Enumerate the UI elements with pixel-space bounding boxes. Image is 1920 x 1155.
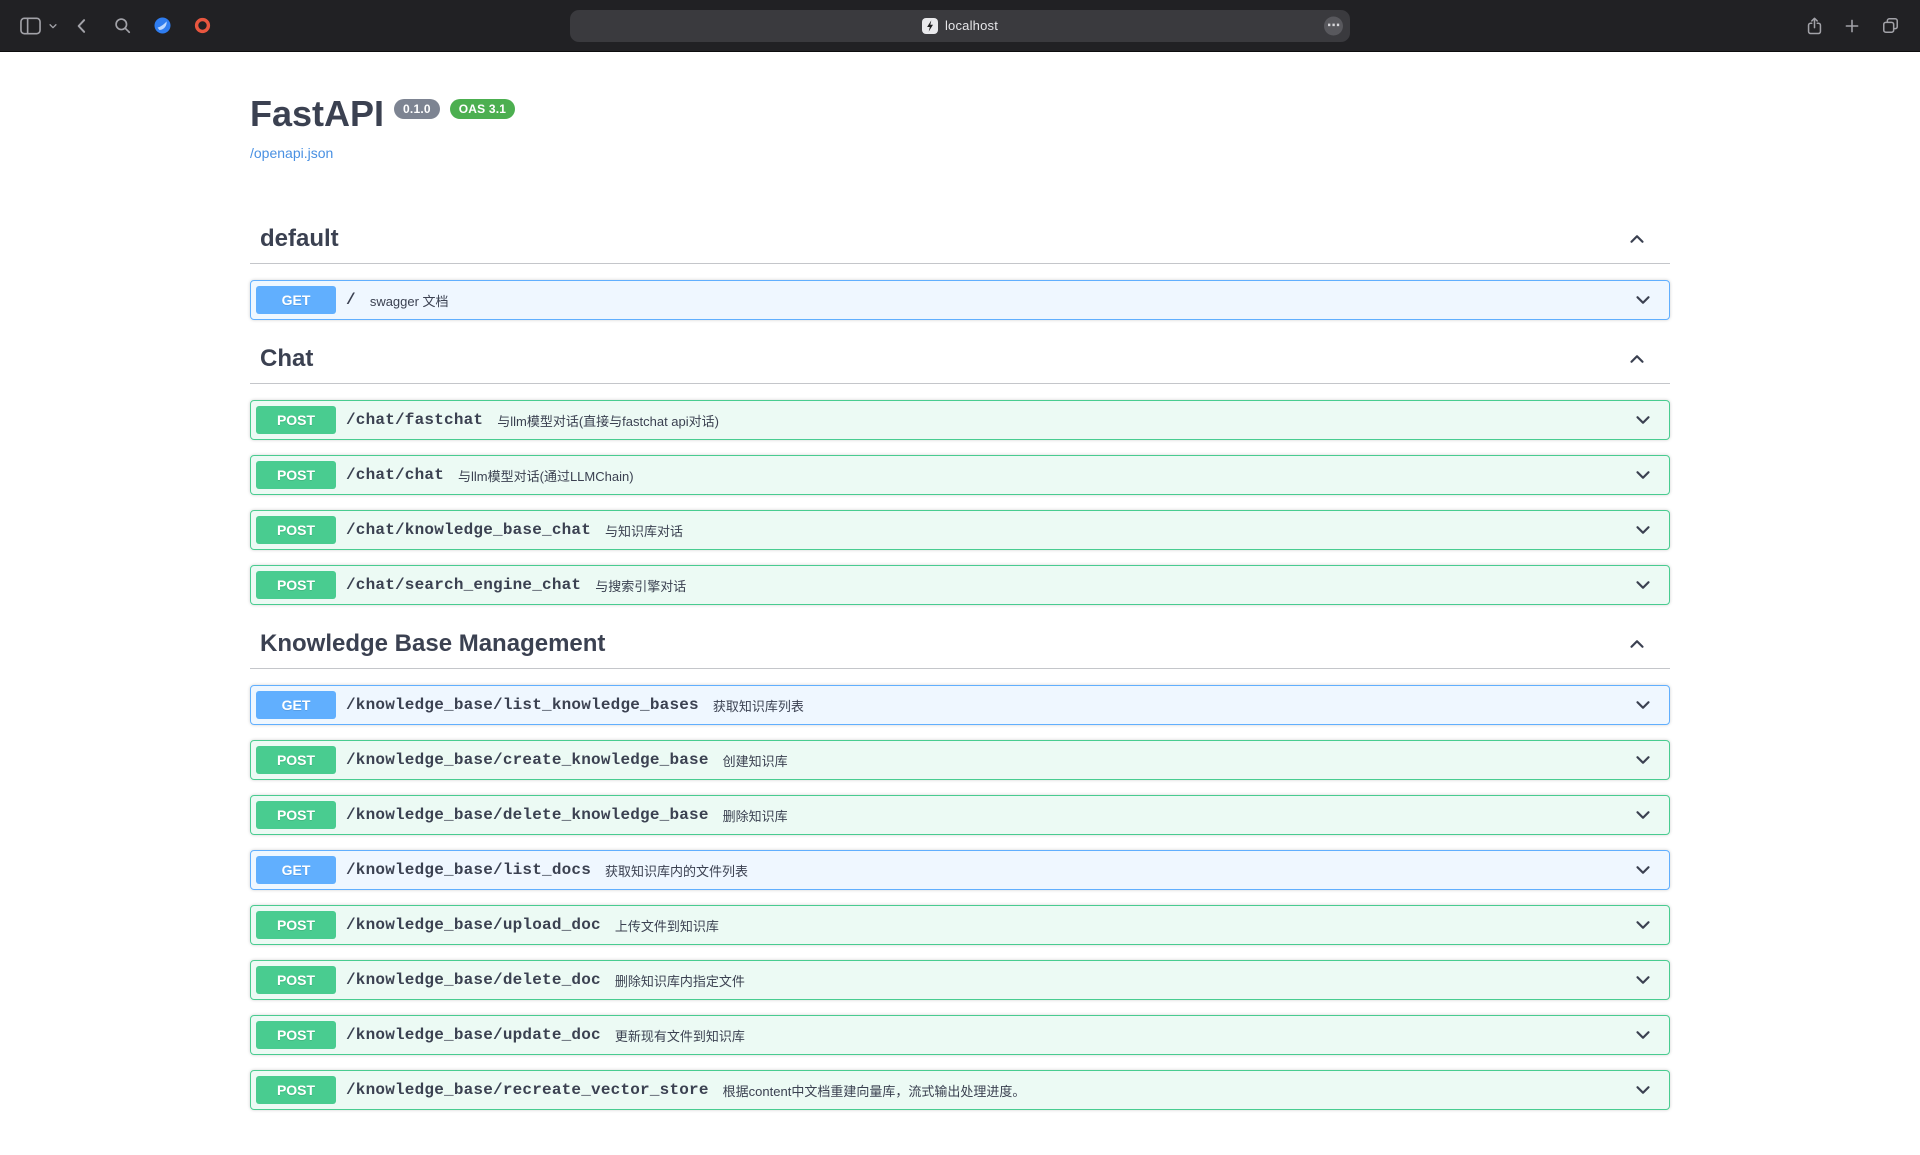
operation-path: /chat/chat: [336, 466, 454, 484]
chevron-down-icon[interactable]: [1622, 409, 1664, 431]
new-tab-icon[interactable]: [1836, 11, 1868, 41]
operation-summary: 更新现有文件到知识库: [611, 1026, 1622, 1045]
operation-row[interactable]: POST /knowledge_base/delete_doc 删除知识库内指定…: [250, 960, 1670, 1000]
method-badge: GET: [256, 856, 336, 884]
operation-path: /knowledge_base/upload_doc: [336, 916, 611, 934]
operation-summary: 根据content中文档重建向量库，流式输出处理进度。: [719, 1081, 1622, 1100]
operation-row[interactable]: POST /knowledge_base/update_doc 更新现有文件到知…: [250, 1015, 1670, 1055]
tab-overview-icon[interactable]: [1874, 11, 1906, 41]
tag-section-knowledge-base: Knowledge Base Management GET /knowledge…: [250, 620, 1670, 1110]
sidebar-icon[interactable]: [14, 11, 46, 41]
page-title: FastAPI: [250, 92, 384, 135]
operation-row[interactable]: POST /chat/knowledge_base_chat 与知识库对话: [250, 510, 1670, 550]
openapi-spec-link[interactable]: /openapi.json: [250, 145, 333, 161]
operation-path: /knowledge_base/list_docs: [336, 861, 601, 879]
chevron-down-icon[interactable]: [1622, 1024, 1664, 1046]
method-badge: POST: [256, 406, 336, 434]
operation-path: /knowledge_base/update_doc: [336, 1026, 611, 1044]
page-options-icon[interactable]: ⋯: [1324, 16, 1343, 35]
operation-summary: 获取知识库内的文件列表: [601, 861, 1622, 880]
method-badge: POST: [256, 571, 336, 599]
method-badge: POST: [256, 911, 336, 939]
chevron-down-icon[interactable]: [1622, 749, 1664, 771]
operation-path: /knowledge_base/delete_knowledge_base: [336, 806, 719, 824]
operation-path: /chat/fastchat: [336, 411, 493, 429]
operation-row[interactable]: POST /chat/fastchat 与llm模型对话(直接与fastchat…: [250, 400, 1670, 440]
url-text: localhost: [945, 18, 998, 33]
chevron-down-icon[interactable]: [1622, 289, 1664, 311]
operation-row[interactable]: POST /knowledge_base/recreate_vector_sto…: [250, 1070, 1670, 1110]
chevron-up-icon[interactable]: [1624, 228, 1650, 250]
section-title: Knowledge Base Management: [260, 630, 1624, 658]
chevron-down-icon[interactable]: [48, 21, 58, 31]
search-icon[interactable]: [106, 11, 138, 41]
operation-summary: 创建知识库: [719, 751, 1622, 770]
operation-path: /knowledge_base/create_knowledge_base: [336, 751, 719, 769]
operation-summary: 与llm模型对话(直接与fastchat api对话): [493, 411, 1622, 430]
chevron-down-icon[interactable]: [1622, 519, 1664, 541]
operation-row[interactable]: GET /knowledge_base/list_docs 获取知识库内的文件列…: [250, 850, 1670, 890]
address-bar[interactable]: localhost ⋯: [570, 10, 1350, 42]
section-header-knowledge-base[interactable]: Knowledge Base Management: [250, 620, 1670, 669]
operation-summary: 获取知识库列表: [709, 696, 1622, 715]
chevron-up-icon[interactable]: [1624, 348, 1650, 370]
operation-path: /chat/search_engine_chat: [336, 576, 591, 594]
method-badge: POST: [256, 966, 336, 994]
method-badge: POST: [256, 746, 336, 774]
swagger-page: FastAPI 0.1.0 OAS 3.1 /openapi.json defa…: [0, 92, 1920, 1155]
method-badge: POST: [256, 461, 336, 489]
method-badge: POST: [256, 1076, 336, 1104]
method-badge: POST: [256, 1021, 336, 1049]
operation-path: /knowledge_base/list_knowledge_bases: [336, 696, 709, 714]
section-header-chat[interactable]: Chat: [250, 335, 1670, 384]
api-info: FastAPI 0.1.0 OAS 3.1 /openapi.json: [250, 92, 1670, 163]
operation-row[interactable]: POST /chat/chat 与llm模型对话(通过LLMChain): [250, 455, 1670, 495]
operation-summary: 与搜索引擎对话: [591, 576, 1622, 595]
section-title: Chat: [260, 345, 1624, 373]
operation-summary: 上传文件到知识库: [611, 916, 1622, 935]
operation-row[interactable]: POST /knowledge_base/create_knowledge_ba…: [250, 740, 1670, 780]
method-badge: POST: [256, 516, 336, 544]
tag-section-default: default GET / swagger 文档: [250, 215, 1670, 320]
method-badge: POST: [256, 801, 336, 829]
chevron-down-icon[interactable]: [1622, 464, 1664, 486]
site-favicon-icon: [922, 18, 938, 34]
blue-extension-icon[interactable]: [146, 11, 178, 41]
browser-toolbar: localhost ⋯: [0, 0, 1920, 52]
method-badge: GET: [256, 286, 336, 314]
operation-path: /knowledge_base/delete_doc: [336, 971, 611, 989]
chevron-down-icon[interactable]: [1622, 969, 1664, 991]
chevron-down-icon[interactable]: [1622, 694, 1664, 716]
operation-summary: 删除知识库: [719, 806, 1622, 825]
oas-badge: OAS 3.1: [450, 99, 515, 119]
method-badge: GET: [256, 691, 336, 719]
back-button[interactable]: [66, 11, 98, 41]
section-header-default[interactable]: default: [250, 215, 1670, 264]
chevron-down-icon[interactable]: [1622, 859, 1664, 881]
operation-path: /knowledge_base/recreate_vector_store: [336, 1081, 719, 1099]
operation-summary: swagger 文档: [366, 291, 1622, 310]
operation-row[interactable]: POST /chat/search_engine_chat 与搜索引擎对话: [250, 565, 1670, 605]
section-title: default: [260, 225, 1624, 253]
chevron-down-icon[interactable]: [1622, 1079, 1664, 1101]
chevron-down-icon[interactable]: [1622, 914, 1664, 936]
version-badge: 0.1.0: [394, 99, 440, 119]
operation-summary: 与llm模型对话(通过LLMChain): [454, 466, 1622, 485]
operation-row[interactable]: POST /knowledge_base/upload_doc 上传文件到知识库: [250, 905, 1670, 945]
sidebar-toggle[interactable]: [14, 11, 58, 41]
operation-row[interactable]: POST /knowledge_base/delete_knowledge_ba…: [250, 795, 1670, 835]
operation-path: /: [336, 291, 366, 309]
operation-summary: 删除知识库内指定文件: [611, 971, 1622, 990]
operation-summary: 与知识库对话: [601, 521, 1622, 540]
operation-path: /chat/knowledge_base_chat: [336, 521, 601, 539]
orange-extension-icon[interactable]: [186, 11, 218, 41]
operation-row[interactable]: GET / swagger 文档: [250, 280, 1670, 320]
tag-section-chat: Chat POST /chat/fastchat 与llm模型对话(直接与fas…: [250, 335, 1670, 605]
chevron-down-icon[interactable]: [1622, 574, 1664, 596]
chevron-down-icon[interactable]: [1622, 804, 1664, 826]
share-icon[interactable]: [1798, 11, 1830, 41]
chevron-up-icon[interactable]: [1624, 633, 1650, 655]
operation-row[interactable]: GET /knowledge_base/list_knowledge_bases…: [250, 685, 1670, 725]
